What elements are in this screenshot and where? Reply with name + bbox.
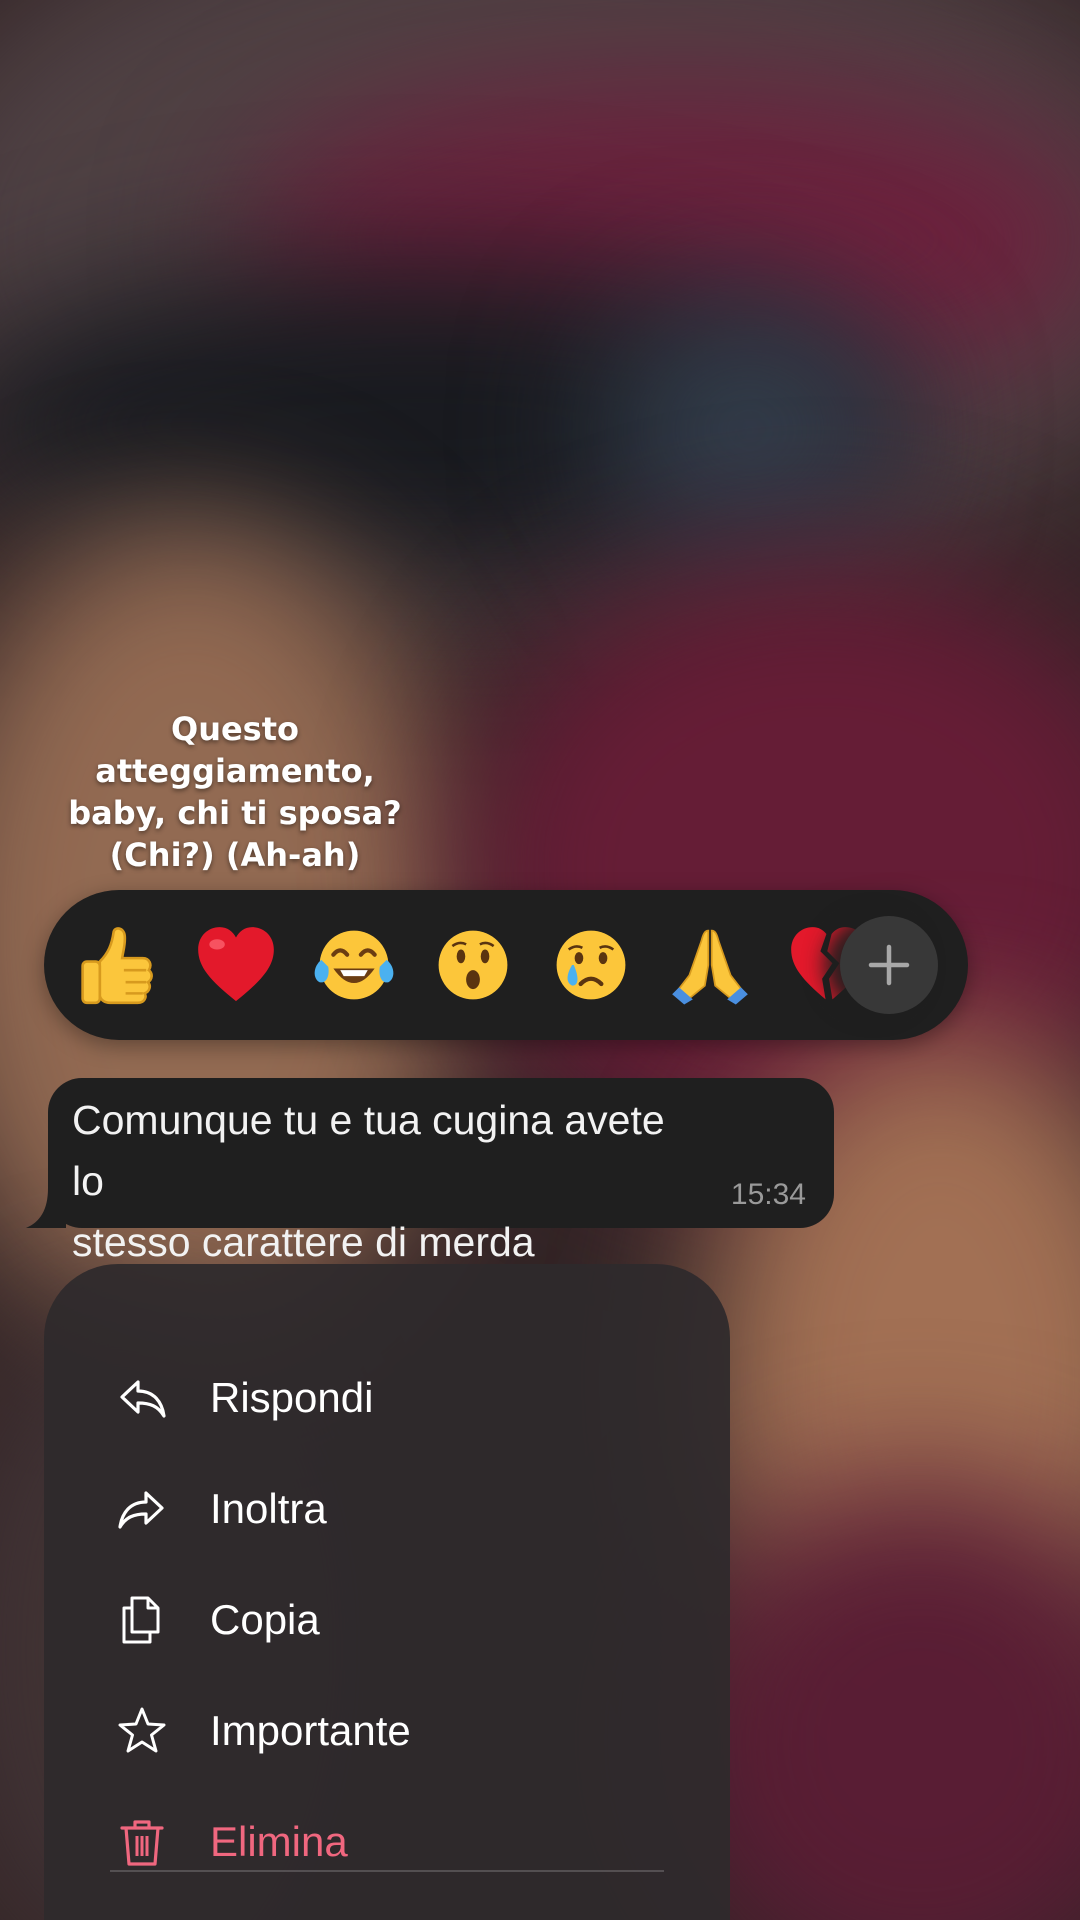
trash-icon (116, 1816, 168, 1868)
message-line: Comunque tu e tua cugina avete lo (72, 1097, 665, 1204)
reaction-thumbs-up[interactable] (70, 918, 164, 1012)
message-text: Comunque tu e tua cugina avete lo stesso… (72, 1090, 692, 1273)
menu-item-forward[interactable]: Inoltra (44, 1459, 730, 1559)
caption-line: (Chi?) (Ah-ah) (109, 836, 361, 874)
menu-divider (110, 1870, 664, 1872)
menu-item-star[interactable]: Importante (44, 1681, 730, 1781)
reaction-tears-of-joy[interactable] (307, 918, 401, 1012)
caption-line: baby, chi ti sposa? (68, 794, 402, 832)
folded-hands-icon (672, 929, 748, 1005)
menu-label: Inoltra (210, 1485, 327, 1532)
forward-icon (116, 1483, 168, 1535)
caption-line: atteggiamento, (95, 752, 375, 790)
copy-icon (116, 1594, 168, 1646)
more-reactions-button[interactable] (840, 916, 938, 1014)
context-menu: Rispondi Inoltra Copia Importante Elimin… (44, 1264, 730, 1920)
plus-icon (868, 944, 910, 986)
reaction-folded-hands[interactable] (663, 918, 757, 1012)
story-caption: Questo atteggiamento, baby, chi ti sposa… (40, 708, 430, 876)
reaction-crying[interactable] (544, 918, 638, 1012)
star-icon (116, 1705, 168, 1757)
reaction-bar (44, 890, 968, 1040)
bubble-tail (26, 1188, 66, 1228)
menu-label: Copia (210, 1596, 320, 1643)
message-bubble[interactable]: Comunque tu e tua cugina avete lo stesso… (26, 1078, 834, 1265)
surprised-face-icon (438, 930, 508, 1000)
crying-face-icon (556, 930, 626, 1000)
reply-icon (116, 1372, 168, 1424)
reaction-surprised[interactable] (426, 918, 520, 1012)
reaction-heart[interactable] (189, 918, 283, 1012)
menu-item-delete[interactable]: Elimina (44, 1792, 730, 1892)
red-heart-icon (198, 927, 274, 1002)
tears-of-joy-icon (314, 930, 394, 1000)
menu-item-copy[interactable]: Copia (44, 1570, 730, 1670)
message-timestamp: 15:34 (730, 1178, 806, 1211)
menu-item-reply[interactable]: Rispondi (44, 1348, 730, 1448)
thumbs-up-icon (81, 927, 153, 1005)
menu-label: Elimina (210, 1818, 348, 1865)
caption-line: Questo (170, 710, 299, 748)
menu-label: Rispondi (210, 1374, 374, 1421)
menu-label: Importante (210, 1707, 411, 1754)
